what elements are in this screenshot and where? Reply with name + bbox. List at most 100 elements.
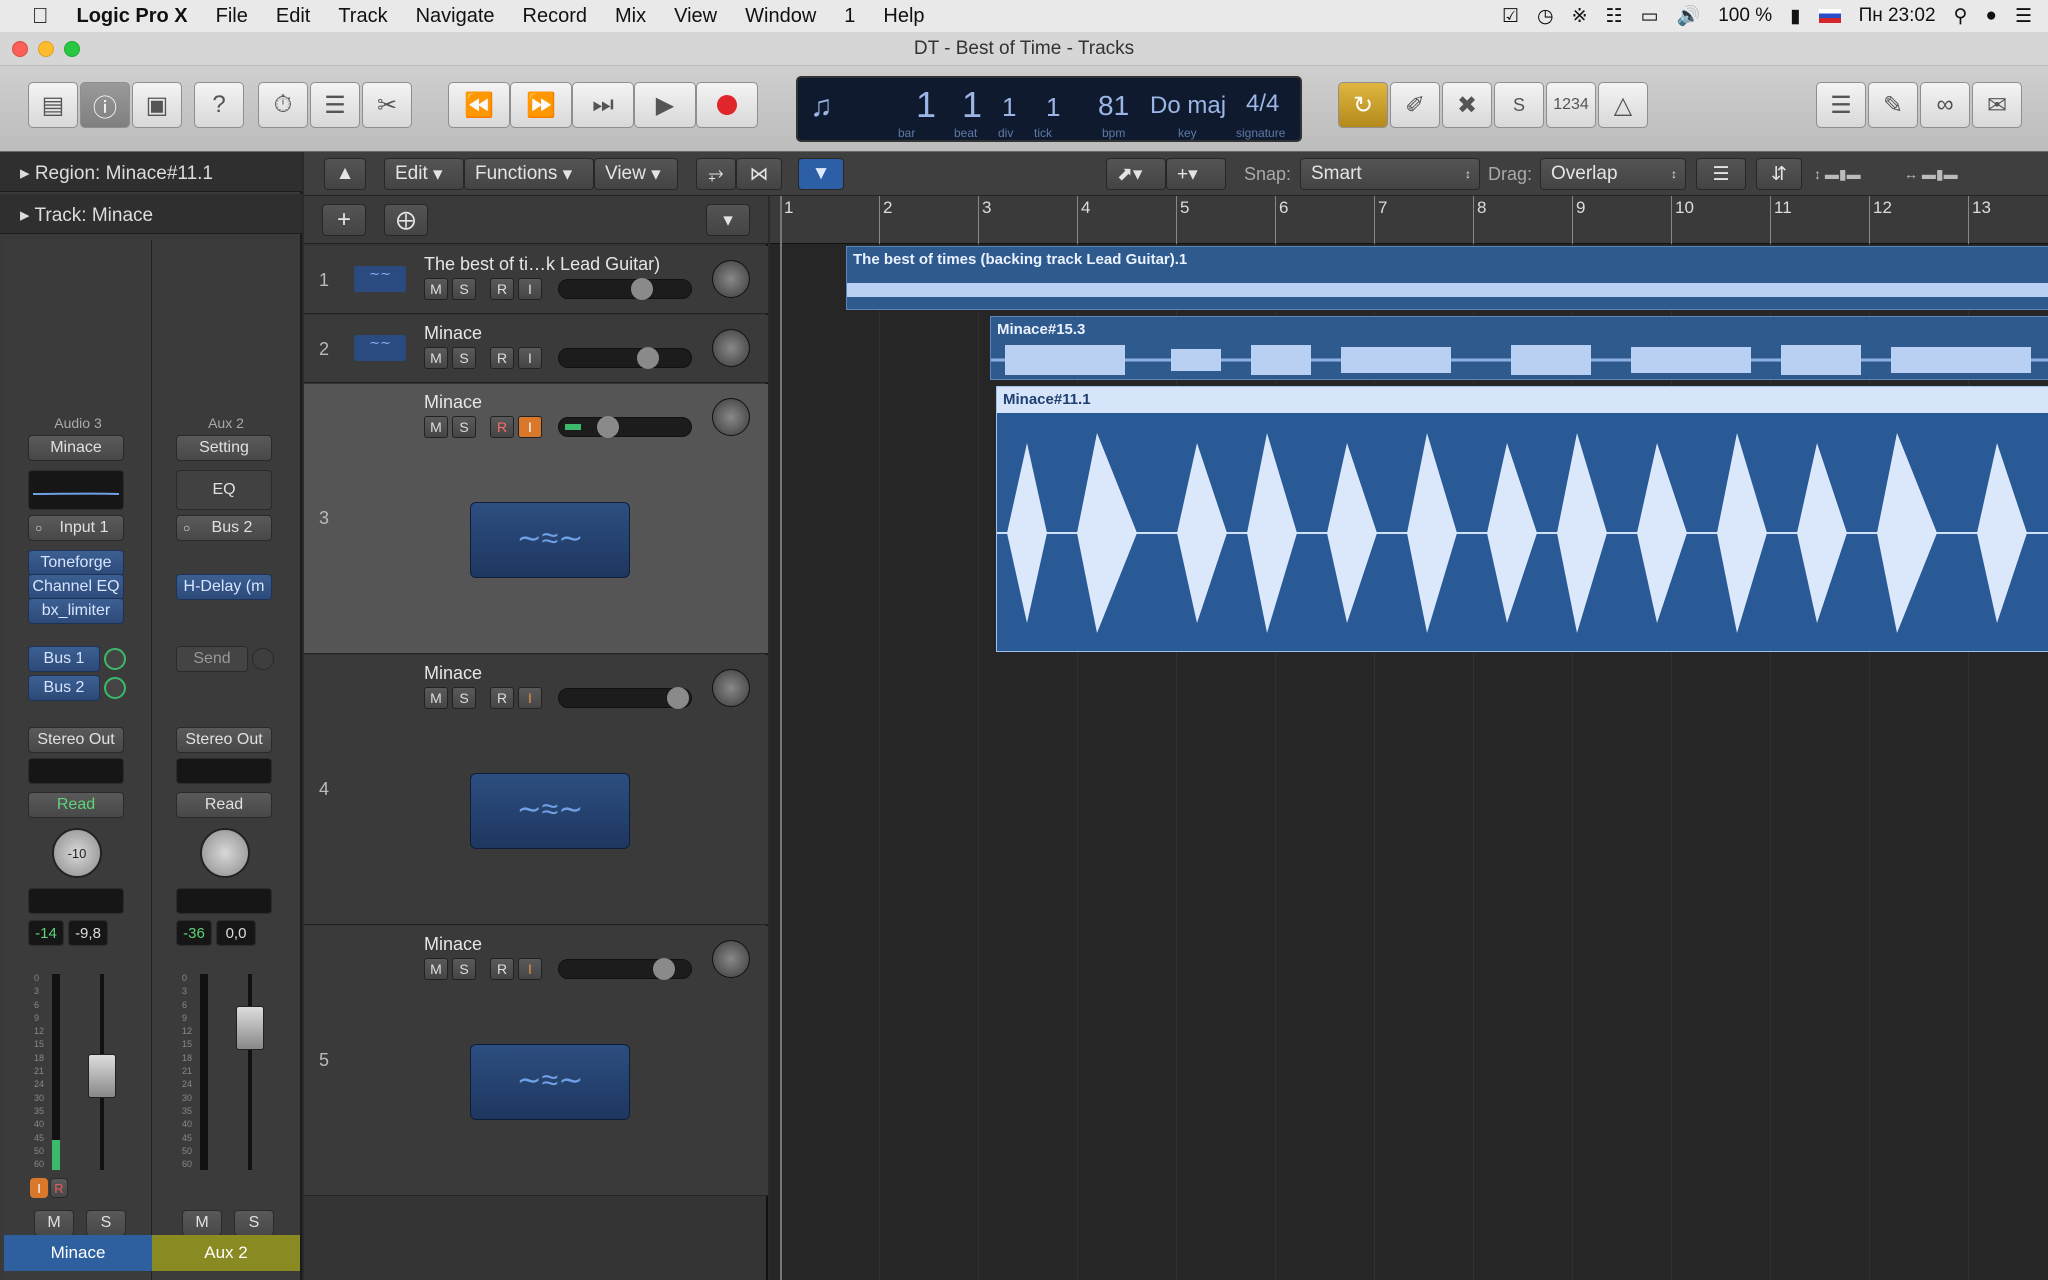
playhead[interactable] — [780, 196, 782, 1280]
input-monitor-button[interactable]: I — [30, 1178, 48, 1198]
mixer-button[interactable]: ☰ — [310, 82, 360, 128]
track-row-selected[interactable]: 3 Minace M S R I ∼≈∼ — [304, 384, 768, 654]
audio-region-selected[interactable]: Minace#11.1 — [996, 386, 2048, 652]
solo-button[interactable]: S — [452, 278, 476, 300]
volume-slider[interactable] — [558, 278, 692, 300]
mute-button[interactable]: M — [424, 687, 448, 709]
output-slot[interactable]: Stereo Out — [28, 727, 124, 753]
autopunch-button[interactable]: ✖ — [1442, 82, 1492, 128]
loop-browser-button[interactable]: ∞ — [1920, 82, 1970, 128]
track-name[interactable]: Minace — [424, 663, 482, 684]
battery-icon[interactable]: ▮ — [1790, 5, 1800, 28]
global-tracks-button[interactable]: ▾ — [706, 204, 750, 236]
automation-mode[interactable]: Read — [176, 792, 272, 818]
volume-slider[interactable] — [558, 958, 692, 980]
notification-center-icon[interactable]: ☰ — [2015, 5, 2032, 28]
vertical-zoom-slider[interactable]: ↕ ▬▮▬ — [1814, 166, 1894, 182]
group-slot[interactable] — [28, 758, 124, 784]
inspector-button[interactable]: ⓘ — [80, 82, 130, 128]
pan-knob[interactable] — [200, 828, 250, 878]
menu-record[interactable]: Record — [509, 5, 601, 28]
input-monitor-button[interactable]: I — [518, 687, 542, 709]
play-button[interactable]: ▶ — [634, 82, 696, 128]
input-monitor-button[interactable]: I — [518, 958, 542, 980]
solo-button[interactable]: S — [452, 416, 476, 438]
solo-button-strip[interactable]: S — [234, 1210, 274, 1236]
tracks-area[interactable]: 1 2 3 4 5 6 7 8 9 10 11 12 13 The best of times (bac… — [770, 196, 2048, 1280]
pan-knob[interactable]: -10 — [52, 828, 102, 878]
menu-edit[interactable]: Edit — [262, 5, 324, 28]
track-waveform-icon[interactable]: ∼≈∼ — [470, 773, 630, 849]
input-monitor-button[interactable]: I — [518, 278, 542, 300]
mute-button[interactable]: M — [34, 1210, 74, 1236]
snap-menu[interactable]: Smart ↕ — [1300, 158, 1480, 190]
solo-button[interactable]: S — [452, 958, 476, 980]
input-monitor-button[interactable]: I — [518, 347, 542, 369]
record-enable-button[interactable]: R — [490, 416, 514, 438]
secondary-tool-menu[interactable]: +▾ — [1166, 158, 1226, 190]
check-icon[interactable]: ☑ — [1502, 5, 1519, 28]
volume-fader[interactable] — [88, 1054, 116, 1098]
solo-button[interactable]: S — [1494, 82, 1544, 128]
list-editors-button[interactable]: ☰ — [1816, 82, 1866, 128]
menu-mix[interactable]: Mix — [601, 5, 660, 28]
group-slot[interactable] — [176, 758, 272, 784]
audio-region[interactable]: Minace#15.3 — [990, 316, 2048, 380]
track-icon[interactable]: ∼∼ — [354, 266, 406, 292]
input-slot[interactable]: ○ Input 1 — [28, 515, 124, 541]
track-name[interactable]: Minace — [424, 392, 482, 413]
forward-button[interactable]: ⏩ — [510, 82, 572, 128]
setting-button[interactable]: Setting — [176, 435, 272, 461]
record-enable-button[interactable]: R — [490, 278, 514, 300]
search-icon[interactable]: ⚲ — [1954, 5, 1968, 28]
replace-button[interactable]: ✐ — [1390, 82, 1440, 128]
menu-view[interactable]: View — [660, 5, 731, 28]
pointer-tool-menu[interactable]: ⬈▾ — [1106, 158, 1166, 190]
track-row[interactable]: 4 Minace M S R I ∼≈∼ — [304, 655, 768, 925]
track-name[interactable]: Minace — [424, 323, 482, 344]
add-track-button[interactable]: + — [322, 204, 366, 236]
pan-knob[interactable] — [712, 398, 750, 436]
bluetooth-icon[interactable]: ※ — [1572, 5, 1588, 28]
mute-button[interactable]: M — [424, 278, 448, 300]
airplay-icon[interactable]: ▭ — [1641, 5, 1659, 28]
browsers-button[interactable]: ✉ — [1972, 82, 2022, 128]
flex-button[interactable]: ⋈ — [736, 158, 782, 190]
new-track-duplicate-button[interactable]: ⨁ — [384, 204, 428, 236]
mute-button[interactable]: M — [424, 347, 448, 369]
track-row[interactable]: 5 Minace M S R I ∼≈∼ — [304, 926, 768, 1196]
record-enable-button[interactable]: R — [50, 1178, 68, 1198]
metronome-button[interactable]: △ — [1598, 82, 1648, 128]
track-inspector-header[interactable]: ▸ Track: Minace — [0, 194, 302, 234]
send-slot-1[interactable]: Send — [176, 646, 248, 672]
waveform-zoom-button[interactable]: ☰ — [1696, 158, 1746, 190]
horizontal-zoom-slider[interactable]: ↔ ▬▮▬ — [1904, 166, 1994, 182]
send-1-level-knob[interactable] — [104, 648, 126, 670]
pan-knob[interactable] — [712, 260, 750, 298]
channel-name[interactable]: Aux 2 — [152, 1235, 300, 1271]
output-slot[interactable]: Stereo Out — [176, 727, 272, 753]
library-button[interactable]: ▤ — [28, 82, 78, 128]
clock[interactable]: Пн 23:02 — [1859, 5, 1936, 27]
menu-app-name[interactable]: Logic Pro X — [63, 5, 202, 28]
region-inspector-header[interactable]: ▸ Region: Minace#11.1 — [0, 152, 302, 192]
quick-help-button[interactable]: ? — [194, 82, 244, 128]
wifi-icon[interactable]: ☷ — [1606, 5, 1623, 28]
view-menu[interactable]: View ▾ — [594, 158, 678, 190]
edit-menu[interactable]: Edit ▾ — [384, 158, 464, 190]
solo-button[interactable]: S — [452, 687, 476, 709]
eq-thumbnail[interactable] — [28, 470, 124, 510]
pan-knob[interactable] — [712, 940, 750, 978]
time-machine-icon[interactable]: ◷ — [1537, 5, 1554, 28]
plugin-slot-1[interactable]: H-Delay (m — [176, 574, 272, 600]
solo-button-strip[interactable]: S — [86, 1210, 126, 1236]
volume-fader[interactable] — [236, 1006, 264, 1050]
channel-name[interactable]: Minace — [4, 1235, 152, 1271]
go-to-end-button[interactable]: ⏭ — [572, 82, 634, 128]
record-button[interactable] — [696, 82, 758, 128]
automation-mode[interactable]: Read — [28, 792, 124, 818]
track-name[interactable]: Minace — [424, 934, 482, 955]
input-monitor-button[interactable]: I — [518, 416, 542, 438]
menu-track[interactable]: Track — [324, 5, 401, 28]
track-name[interactable]: The best of ti…k Lead Guitar) — [424, 254, 660, 275]
